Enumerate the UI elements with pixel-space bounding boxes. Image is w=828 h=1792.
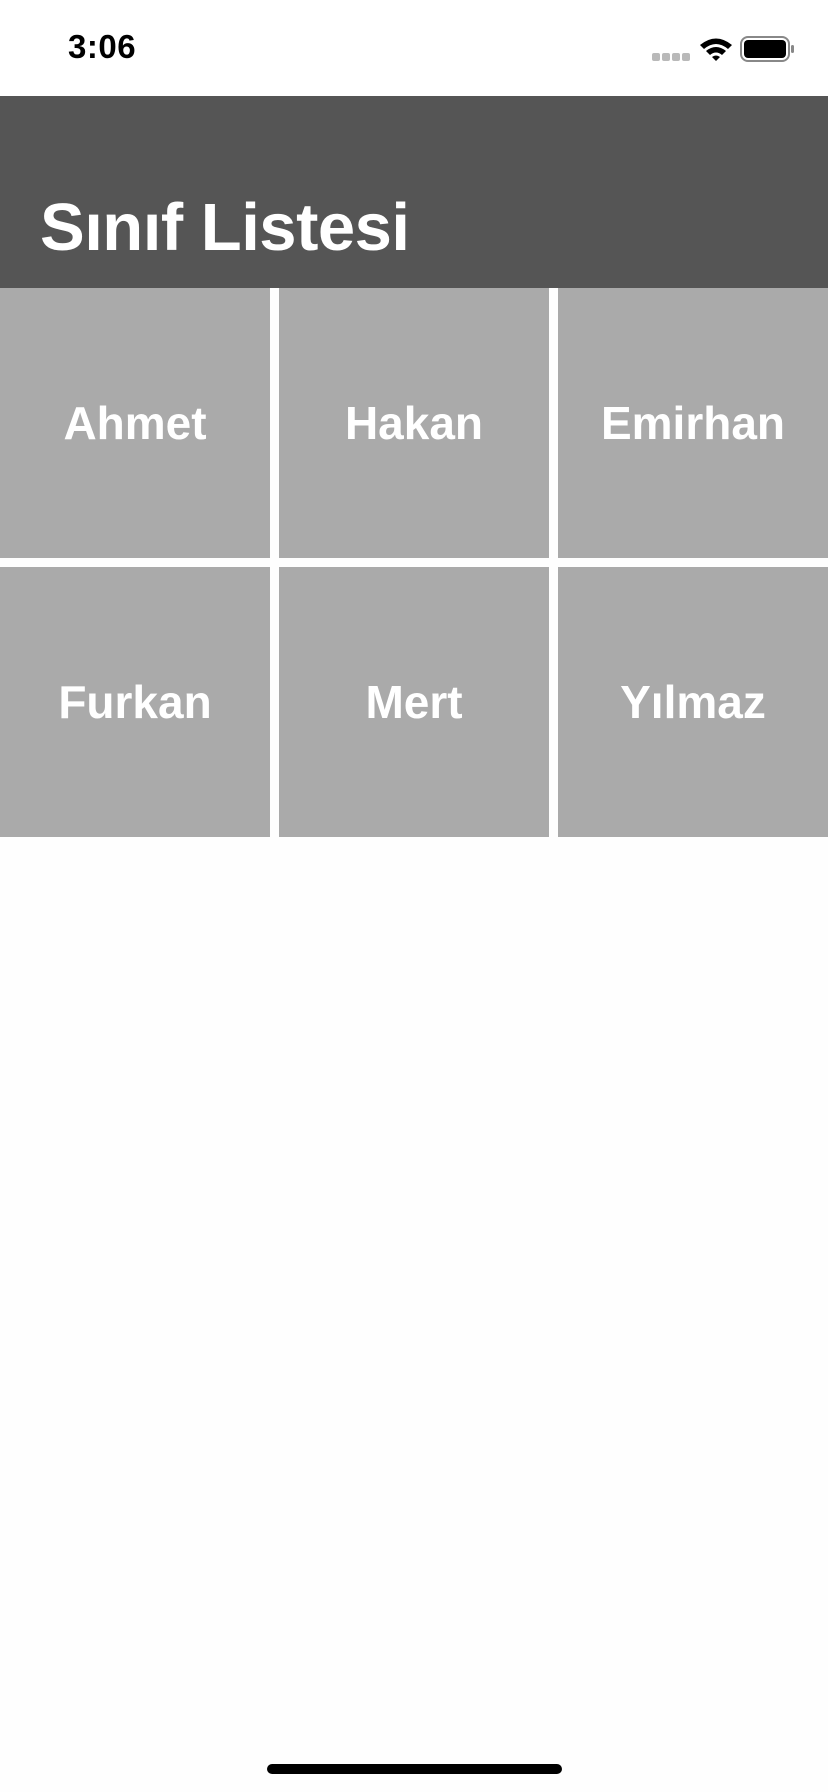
student-cell-hakan[interactable]: Hakan (279, 288, 549, 558)
student-cell-yilmaz[interactable]: Yılmaz (558, 567, 828, 837)
wifi-icon (698, 36, 734, 62)
student-name: Emirhan (600, 397, 786, 449)
status-bar: 3:06 (0, 0, 828, 96)
student-name: Furkan (58, 676, 212, 728)
page-title: Sınıf Listesi (40, 190, 410, 265)
home-indicator[interactable] (267, 1764, 562, 1774)
student-cell-emirhan[interactable]: Emirhan (558, 288, 828, 558)
student-name: Mert (365, 676, 463, 728)
student-name: Hakan (344, 397, 484, 449)
navigation-bar: Sınıf Listesi (0, 96, 828, 288)
student-cell-ahmet[interactable]: Ahmet (0, 288, 270, 558)
signal-icon (652, 53, 690, 61)
student-cell-mert[interactable]: Mert (279, 567, 549, 837)
student-name: Yılmaz (620, 676, 766, 728)
student-name: Ahmet (63, 397, 207, 449)
battery-icon (740, 36, 796, 62)
status-time: 3:06 (68, 28, 137, 65)
student-cell-furkan[interactable]: Furkan (0, 567, 270, 837)
